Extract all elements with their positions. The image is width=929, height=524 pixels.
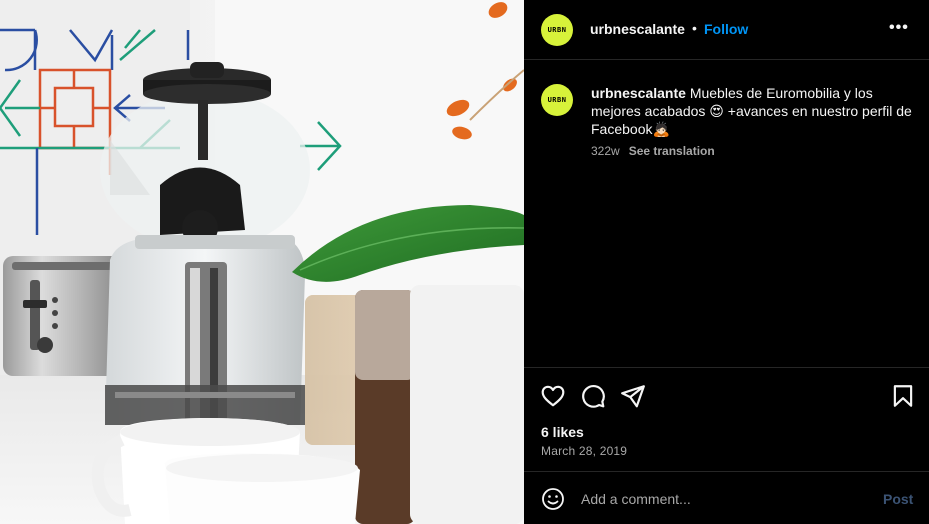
bookmark-icon[interactable] xyxy=(890,383,916,409)
comment-icon[interactable] xyxy=(580,383,606,409)
likes-count[interactable]: 6 likes xyxy=(541,424,584,440)
caption-text: urbnescalante Muebles de Euromobilia y l… xyxy=(591,84,913,138)
more-options-icon[interactable]: ••• xyxy=(889,19,909,37)
caption-username[interactable]: urbnescalante xyxy=(591,85,686,101)
caption-section: URBN urbnescalante Muebles de Euromobili… xyxy=(524,60,929,368)
post-header: URBN urbnescalante • Follow ••• xyxy=(524,0,929,60)
post-date[interactable]: March 28, 2019 xyxy=(541,444,627,458)
post-photo[interactable] xyxy=(0,0,524,524)
add-comment-input[interactable]: Add a comment... xyxy=(581,491,691,507)
post-details-panel: URBN urbnescalante • Follow ••• URBN urb… xyxy=(524,0,929,524)
post-actions: 6 likes March 28, 2019 xyxy=(524,368,929,472)
avatar-logo-text: URBN xyxy=(547,96,567,104)
separator-dot: • xyxy=(692,20,697,36)
username-link[interactable]: urbnescalante xyxy=(590,21,685,37)
see-translation-button[interactable]: See translation xyxy=(629,144,715,158)
follow-button[interactable]: Follow xyxy=(704,21,748,37)
comment-bar: Add a comment... Post xyxy=(524,472,929,524)
heart-icon[interactable] xyxy=(540,383,566,409)
share-icon[interactable] xyxy=(620,383,646,409)
caption-meta: 322w See translation xyxy=(591,144,715,158)
caption-avatar[interactable]: URBN xyxy=(541,84,573,116)
emoji-icon[interactable] xyxy=(541,487,565,511)
post-age[interactable]: 322w xyxy=(591,144,620,158)
profile-avatar[interactable]: URBN xyxy=(541,14,573,46)
avatar-logo-text: URBN xyxy=(547,26,567,34)
kitchen-coffee-maker-image xyxy=(0,0,524,524)
post-comment-button[interactable]: Post xyxy=(883,491,913,507)
